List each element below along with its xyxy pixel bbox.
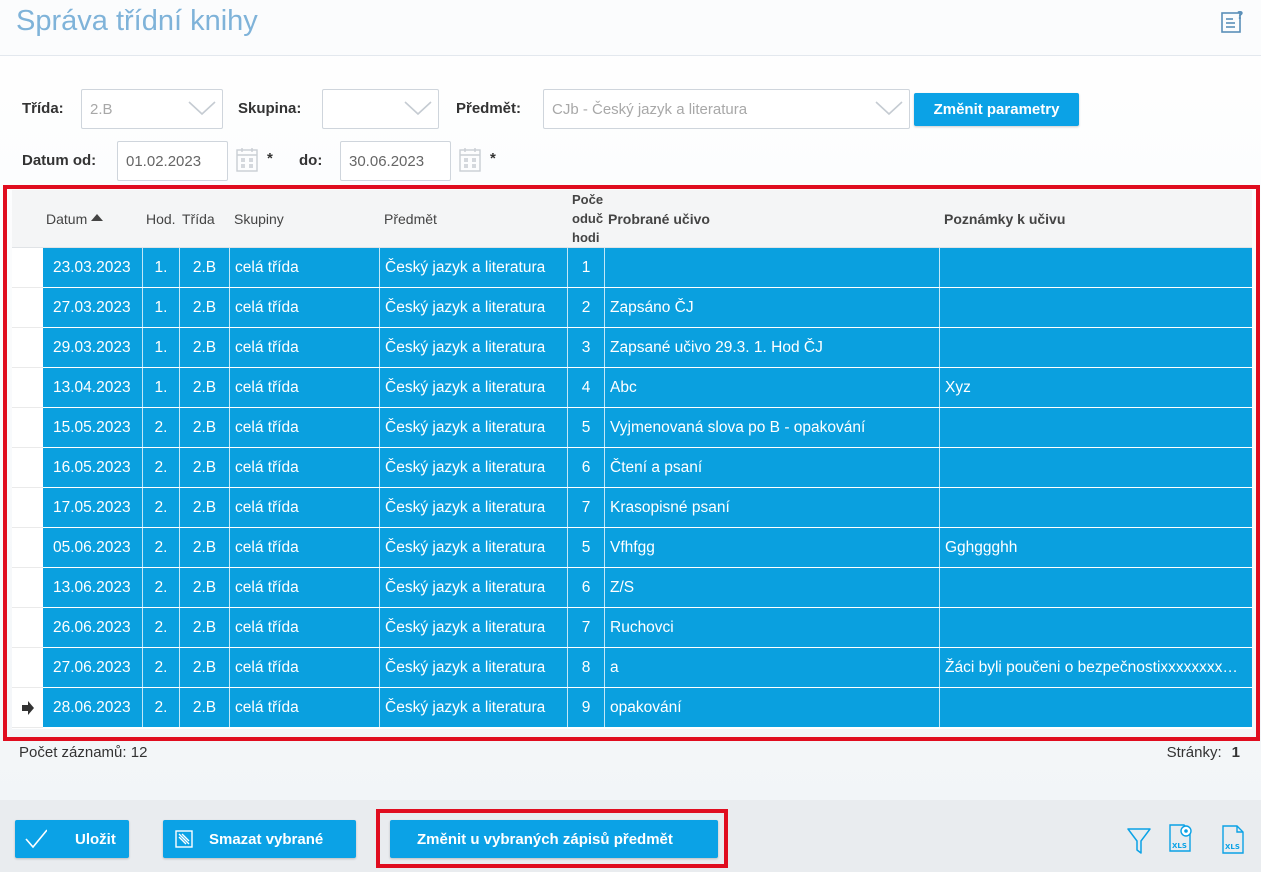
trida-label: Třída: [22,100,64,117]
save-button[interactable]: Uložit [15,820,129,858]
datum-od-label: Datum od: [22,152,97,169]
predmet-select[interactable]: CJb - Český jazyk a literatura [543,89,910,129]
header: Správa třídní knihy ? [0,0,1261,56]
pager: Stránky: 1 [1167,744,1240,761]
required-mark: * [490,150,496,167]
save-button-label: Uložit [75,831,116,848]
chevron-down-icon [188,101,216,116]
checkmark-icon [25,829,47,849]
help-list-icon[interactable]: ? [1219,9,1245,35]
chevron-down-icon [404,101,432,116]
chevron-down-icon [875,101,903,116]
trida-select[interactable]: 2.B [81,89,223,129]
delete-selected-label: Smazat vybrané [209,831,324,848]
page-1-link[interactable]: 1 [1232,744,1240,761]
calendar-icon[interactable] [459,147,481,173]
do-label: do: [299,152,323,169]
page-title: Správa třídní knihy [16,5,258,37]
required-mark: * [267,150,273,167]
change-parameters-button[interactable]: Změnit parametry [914,93,1079,126]
button-highlight-frame [376,809,728,868]
svg-text:XLS: XLS [1172,842,1187,850]
grid-highlight-frame [3,185,1260,741]
pages-label: Stránky: [1166,744,1222,761]
predmet-label: Předmět: [456,100,522,117]
delete-icon [175,830,193,848]
page: Správa třídní knihy ? Třída: 2.B Skupina… [0,0,1261,872]
predmet-value: CJb - Český jazyk a literatura [552,101,748,118]
delete-selected-button[interactable]: Smazat vybrané [163,820,356,858]
filter-icon[interactable] [1124,825,1154,857]
svg-text:?: ? [1237,9,1243,22]
xls-settings-icon[interactable]: XLS [1166,821,1196,853]
skupina-select[interactable] [322,89,439,129]
trida-value: 2.B [90,101,113,118]
xls-export-icon[interactable]: XLS [1218,823,1248,855]
svg-text:XLS: XLS [1225,843,1240,851]
datum-do-input[interactable]: 30.06.2023 [340,141,451,181]
skupina-label: Skupina: [238,100,302,117]
record-count: Počet záznamů: 12 [19,744,148,761]
calendar-icon[interactable] [236,147,258,173]
datum-od-input[interactable]: 01.02.2023 [117,141,228,181]
